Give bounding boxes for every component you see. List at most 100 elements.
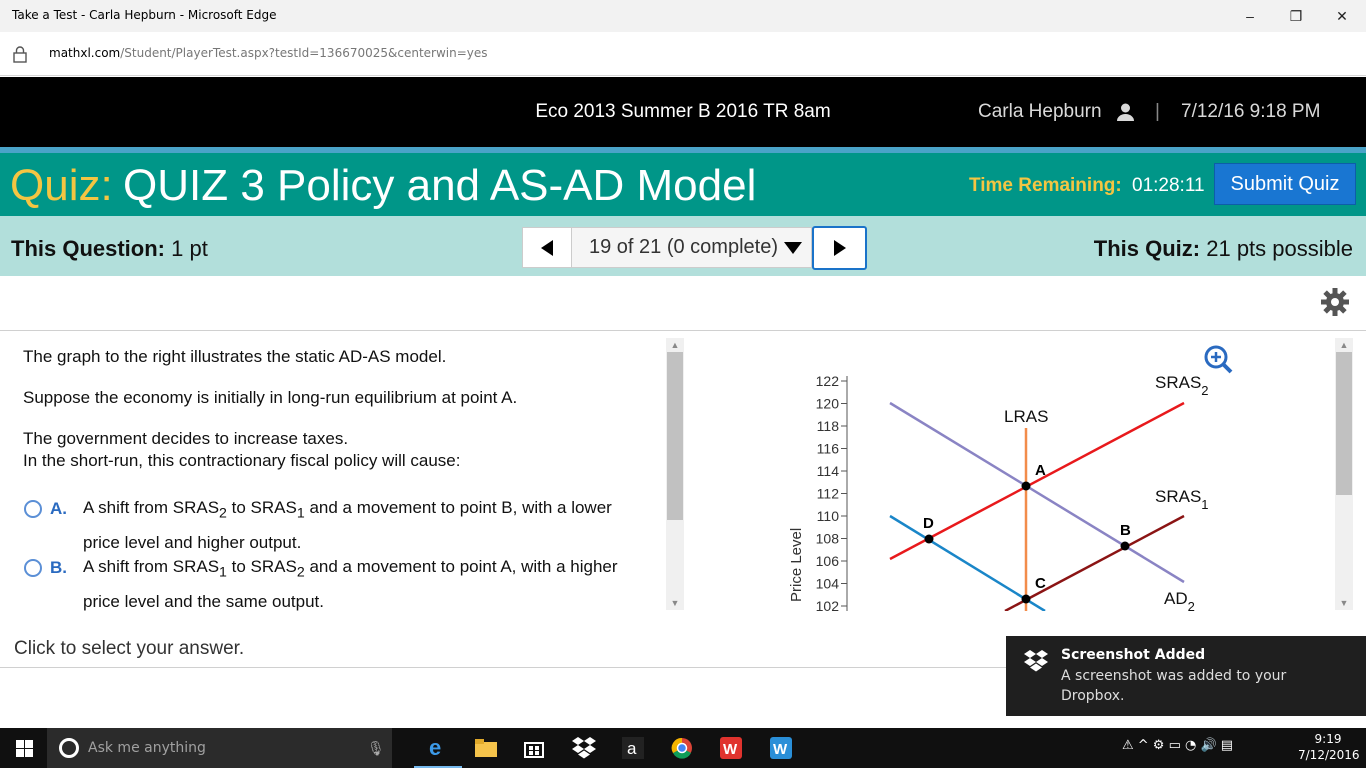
option-a-part-1: A shift from SRAS	[83, 498, 220, 517]
user-icon[interactable]	[1117, 103, 1134, 126]
gear-icon[interactable]	[1320, 287, 1350, 322]
sras1-label-text: SRAS	[1155, 487, 1201, 506]
file-explorer-icon[interactable]	[462, 728, 510, 768]
point-c	[1021, 594, 1031, 604]
dropbox-notification[interactable]: Screenshot Added A screenshot was added …	[1006, 636, 1366, 716]
header-separator: |	[1155, 101, 1160, 122]
wps-writer-icon[interactable]: W	[707, 728, 755, 768]
sras1-curve	[1004, 514, 1185, 611]
user-name: Carla Hepburn	[978, 101, 1102, 122]
url-path: /Student/PlayerTest.aspx?testId=13667002…	[120, 46, 488, 60]
ad-as-graph-svg: 122120118116114112110108106104102 Price …	[788, 345, 1233, 611]
system-tray-icons[interactable]: ⚠ ^ ⚙ ▭ ◔ 🔊 ▤	[1122, 738, 1233, 753]
url-text[interactable]: mathxl.com/Student/PlayerTest.aspx?testI…	[49, 46, 488, 60]
option-a-radio[interactable]	[24, 500, 42, 518]
minimize-button[interactable]: –	[1227, 0, 1273, 32]
quiz-bar: Quiz: QUIZ 3 Policy and AS-AD Model Time…	[0, 147, 1366, 216]
ad2-label: AD2	[1164, 589, 1195, 611]
dropbox-taskbar-icon[interactable]	[560, 728, 608, 768]
sras2-label-sub: 2	[1201, 383, 1208, 398]
taskbar-time: 9:19	[1314, 732, 1342, 746]
this-question-value: 1 pt	[171, 236, 208, 261]
scroll-up-icon[interactable]: ▲	[666, 338, 684, 352]
restore-button[interactable]: ❐	[1273, 0, 1319, 32]
store-icon[interactable]	[510, 728, 558, 768]
graph-scrollbar-thumb[interactable]	[1336, 352, 1352, 495]
option-b-sub-1: 1	[219, 564, 227, 581]
graph-scroll-up-icon[interactable]: ▲	[1335, 338, 1353, 352]
chrome-icon[interactable]	[658, 728, 706, 768]
ad2-label-sub: 2	[1188, 599, 1195, 611]
option-a-text[interactable]: A shift from SRAS2 to SRAS1 and a moveme…	[83, 493, 623, 558]
microphone-icon[interactable]: 🎙	[367, 740, 385, 757]
y-tick-label: 112	[817, 486, 840, 502]
question-selector-label: 19 of 21 (0 complete)	[589, 236, 778, 258]
ad-as-graph: 122 120 118 116 114 112 110 108 106 104 102 Price …	[700, 338, 1330, 611]
submit-quiz-button[interactable]: Submit Quiz	[1214, 163, 1356, 205]
point-a-label: A	[1035, 462, 1046, 479]
close-button[interactable]: ✕	[1319, 0, 1365, 32]
question-panel: The graph to the right illustrates the s…	[0, 331, 686, 611]
y-tick-label: 102	[816, 598, 840, 611]
y-ticks: 122 120 118 116 114 112 110 108 106 104 102	[816, 373, 847, 611]
svg-text:e: e	[429, 736, 441, 758]
url-host: mathxl.com	[49, 46, 121, 60]
quiz-label: Quiz:	[10, 161, 113, 210]
option-b-part-1: A shift from SRAS	[83, 557, 220, 576]
triangle-right-icon	[833, 240, 846, 256]
this-quiz-points: This Quiz: 21 pts possible	[1094, 236, 1353, 262]
question-bar: This Question: 1 pt 19 of 21 (0 complete…	[0, 216, 1366, 276]
point-d	[924, 534, 934, 544]
taskbar-date: 7/12/2016	[1298, 748, 1360, 762]
y-tick-label: 118	[817, 418, 840, 434]
svg-text:W: W	[723, 741, 738, 758]
browser-title-bar: Take a Test - Carla Hepburn - Microsoft …	[0, 0, 1366, 32]
svg-text:W: W	[773, 741, 788, 758]
question-selector[interactable]: 19 of 21 (0 complete)	[571, 227, 812, 268]
next-question-button[interactable]	[812, 226, 867, 270]
option-b-radio[interactable]	[24, 559, 42, 577]
graph-scroll-down-icon[interactable]: ▼	[1335, 596, 1353, 610]
amazon-icon[interactable]: a	[609, 728, 657, 768]
window-title: Take a Test - Carla Hepburn - Microsoft …	[12, 8, 277, 22]
cortana-icon	[59, 738, 79, 758]
question-scrollbar-thumb[interactable]	[667, 352, 683, 520]
previous-question-button[interactable]	[522, 227, 572, 268]
this-question-label: This Question:	[11, 236, 165, 261]
option-b-sub-2: 2	[296, 564, 305, 581]
w-app-icon[interactable]: W	[757, 728, 805, 768]
zoom-in-icon[interactable]	[1204, 345, 1233, 374]
notification-body: A screenshot was added to your Dropbox.	[1061, 668, 1287, 704]
question-intro: The graph to the right illustrates the s…	[23, 347, 447, 366]
option-a-letter[interactable]: A.	[50, 499, 67, 519]
taskbar-search[interactable]: Ask me anything 🎙	[47, 728, 392, 768]
option-b-text[interactable]: A shift from SRAS1 to SRAS2 and a moveme…	[83, 552, 623, 611]
question-scrollbar[interactable]: ▲ ▼	[666, 338, 684, 610]
this-quiz-label: This Quiz:	[1093, 236, 1201, 261]
svg-text:a: a	[627, 739, 637, 758]
notification-title: Screenshot Added	[1061, 647, 1206, 663]
lras-label: LRAS	[1004, 407, 1048, 426]
address-bar[interactable]: mathxl.com/Student/PlayerTest.aspx?testI…	[0, 32, 1366, 76]
caret-down-icon	[784, 241, 802, 254]
question-line-4: In the short-run, this contractionary fi…	[23, 451, 461, 470]
scroll-down-icon[interactable]: ▼	[666, 596, 684, 610]
windows-start-icon[interactable]	[16, 740, 33, 762]
graph-scrollbar[interactable]: ▲ ▼	[1335, 338, 1353, 610]
question-line-3: The government decides to increase taxes…	[23, 429, 349, 448]
taskbar-clock[interactable]: 9:19 7/12/2016	[1298, 731, 1360, 763]
point-b	[1120, 541, 1130, 551]
this-question-points: This Question: 1 pt	[11, 236, 208, 262]
sras2-curve	[889, 401, 1185, 561]
course-name: Eco 2013 Summer B 2016 TR 8am	[535, 101, 831, 122]
y-tick-label: 106	[816, 553, 840, 569]
y-tick-label: 116	[817, 441, 840, 457]
option-b-letter[interactable]: B.	[50, 558, 67, 578]
edge-taskbar-icon[interactable]: e	[414, 728, 462, 768]
option-b-part-2: to SRAS	[226, 557, 297, 576]
option-a-sub-1: 2	[219, 505, 227, 522]
sras1-label-sub: 1	[1201, 497, 1208, 512]
header-datetime: 7/12/16 9:18 PM	[1181, 101, 1321, 122]
y-axis-label: Price Level	[788, 528, 805, 602]
y-tick-label: 110	[817, 508, 840, 524]
